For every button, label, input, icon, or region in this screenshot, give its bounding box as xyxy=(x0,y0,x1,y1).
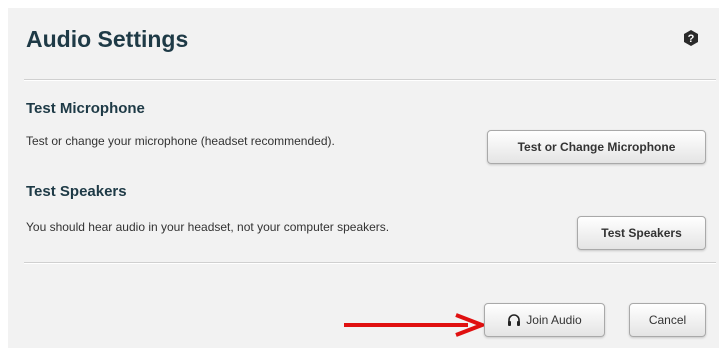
test-change-microphone-button[interactable]: Test or Change Microphone xyxy=(487,130,706,164)
footer-divider xyxy=(24,262,716,264)
test-speakers-description: You should hear audio in your headset, n… xyxy=(26,220,390,234)
join-audio-button[interactable]: Join Audio xyxy=(484,303,605,337)
join-audio-label: Join Audio xyxy=(526,313,582,327)
red-arrow-icon xyxy=(344,313,486,337)
test-microphone-description: Test or change your microphone (headset … xyxy=(26,134,335,148)
svg-text:?: ? xyxy=(688,33,695,45)
dialog-title: Audio Settings xyxy=(26,26,189,52)
audio-settings-dialog: Audio Settings ? Test Microphone Test or… xyxy=(8,8,719,348)
question-mark-icon[interactable]: ? xyxy=(682,29,700,47)
header-divider xyxy=(24,79,716,81)
cancel-button[interactable]: Cancel xyxy=(629,303,706,337)
headset-icon xyxy=(508,314,521,326)
test-speakers-heading: Test Speakers xyxy=(26,183,127,200)
test-microphone-heading: Test Microphone xyxy=(26,100,145,117)
test-speakers-button[interactable]: Test Speakers xyxy=(577,216,706,250)
